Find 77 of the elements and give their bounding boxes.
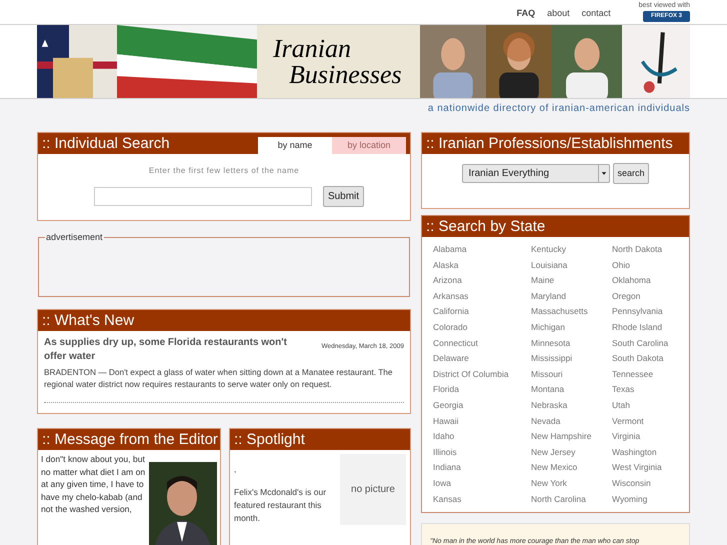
state-link[interactable]: Massachusetts	[531, 304, 612, 320]
state-link[interactable]: New Jersey	[531, 444, 612, 460]
state-link[interactable]: Georgia	[433, 398, 531, 414]
state-link[interactable]: Nevada	[531, 414, 612, 430]
logo-text: Businesses	[288, 62, 403, 88]
state-link[interactable]: Minnesota	[531, 336, 612, 352]
state-link[interactable]: Utah	[612, 398, 688, 414]
nav-link[interactable]: about	[547, 6, 570, 24]
state-link[interactable]: Washington	[612, 444, 688, 460]
state-link[interactable]: Kentucky	[531, 242, 612, 258]
logo-text: Iranian	[273, 36, 352, 62]
state-link[interactable]: Michigan	[531, 320, 612, 336]
state-link[interactable]: Delaware	[433, 351, 531, 367]
news-body: BRADENTON — Don't expect a glass of water when sitting down at a Manatee restaurant. The regional water district now requires restaurants to serve water only on request.	[44, 366, 394, 390]
panel-title: :: Message from the Editor	[42, 432, 218, 447]
spotlight-text: Felix's Mcdonald's is our featured restaurant this month.	[234, 486, 328, 525]
state-link[interactable]: Pennsylvania	[612, 304, 688, 320]
panel-title: :: Individual Search	[42, 136, 170, 151]
submit-button[interactable]: Submit	[322, 186, 364, 207]
state-link[interactable]: North Carolina	[531, 492, 612, 508]
panel-title: :: Search by State	[426, 219, 546, 234]
state-link[interactable]: Arizona	[433, 273, 531, 289]
state-link[interactable]: West Virginia	[612, 460, 688, 476]
tagline: a nationwide directory of iranian-american individuals	[428, 102, 690, 116]
nav-link[interactable]: FAQ	[516, 6, 536, 24]
state-link[interactable]: Texas	[612, 382, 688, 398]
panel-title: :: What's New	[42, 313, 134, 328]
nav-link[interactable]: contact	[582, 6, 611, 24]
state-link[interactable]: North Dakota	[612, 242, 688, 258]
state-link[interactable]: New Hampshire	[531, 429, 612, 445]
state-link[interactable]: Maryland	[531, 288, 612, 304]
state-link[interactable]: Maine	[531, 273, 612, 289]
state-link[interactable]: Rhode Island	[612, 320, 688, 336]
state-link[interactable]: Iowa	[433, 476, 531, 492]
search-hint: Enter the first few letters of the name	[148, 165, 300, 177]
state-link[interactable]: Alabama	[433, 242, 531, 258]
state-link[interactable]: Mississippi	[531, 351, 612, 367]
advertisement-label: advertisement	[45, 231, 104, 244]
state-link[interactable]: Hawaii	[433, 414, 531, 430]
panel-title: :: Iranian Professions/Establishments	[426, 136, 673, 151]
state-link[interactable]: New York	[531, 476, 612, 492]
state-link[interactable]: California	[433, 304, 531, 320]
name-input[interactable]	[94, 187, 312, 206]
state-link[interactable]: New Mexico	[531, 460, 612, 476]
state-link[interactable]: Indiana	[433, 460, 531, 476]
state-link[interactable]: Idaho	[433, 429, 531, 445]
editor-message: I don"t know about you, but no matter what diet I am on at any given time, I have to have my chelo-kabab (and not the washed version,	[41, 453, 146, 516]
state-link[interactable]: Connecticut	[433, 336, 531, 352]
state-link[interactable]: Florida	[433, 382, 531, 398]
state-link[interactable]: Wisconsin	[612, 476, 688, 492]
search-tab[interactable]: by name	[258, 137, 332, 154]
state-link[interactable]: Montana	[531, 382, 612, 398]
state-link[interactable]: District Of Columbia	[433, 366, 531, 382]
state-link[interactable]: Missouri	[531, 366, 612, 382]
state-link[interactable]: South Carolina	[612, 336, 688, 352]
state-link[interactable]: Louisiana	[531, 258, 612, 274]
search-button[interactable]: search	[613, 163, 648, 184]
spotlight-mark: ,	[234, 464, 238, 476]
state-link[interactable]: Tennessee	[612, 366, 688, 382]
state-link[interactable]: Arkansas	[433, 288, 531, 304]
category-select[interactable]: Iranian Everything	[462, 164, 610, 183]
search-tab[interactable]: by location	[332, 137, 406, 154]
state-link[interactable]: Virginia	[612, 429, 688, 445]
state-link[interactable]: Oregon	[612, 288, 688, 304]
state-link[interactable]: South Dakota	[612, 351, 688, 367]
state-link[interactable]: Kansas	[433, 492, 531, 508]
state-link[interactable]: Colorado	[433, 320, 531, 336]
state-link[interactable]: Alaska	[433, 258, 531, 274]
state-link[interactable]: Ohio	[612, 258, 688, 274]
state-link[interactable]: Illinois	[433, 444, 531, 460]
no-picture-label: no picture	[351, 483, 395, 497]
state-link[interactable]: Oklahoma	[612, 273, 688, 289]
state-link[interactable]: Wyoming	[612, 492, 688, 508]
state-link[interactable]: Nebraska	[531, 398, 612, 414]
news-headline[interactable]: As supplies dry up, some Florida restaurants won't offer water	[44, 336, 299, 364]
state-link[interactable]: Vermont	[612, 414, 688, 430]
panel-title: :: Spotlight	[234, 432, 305, 447]
